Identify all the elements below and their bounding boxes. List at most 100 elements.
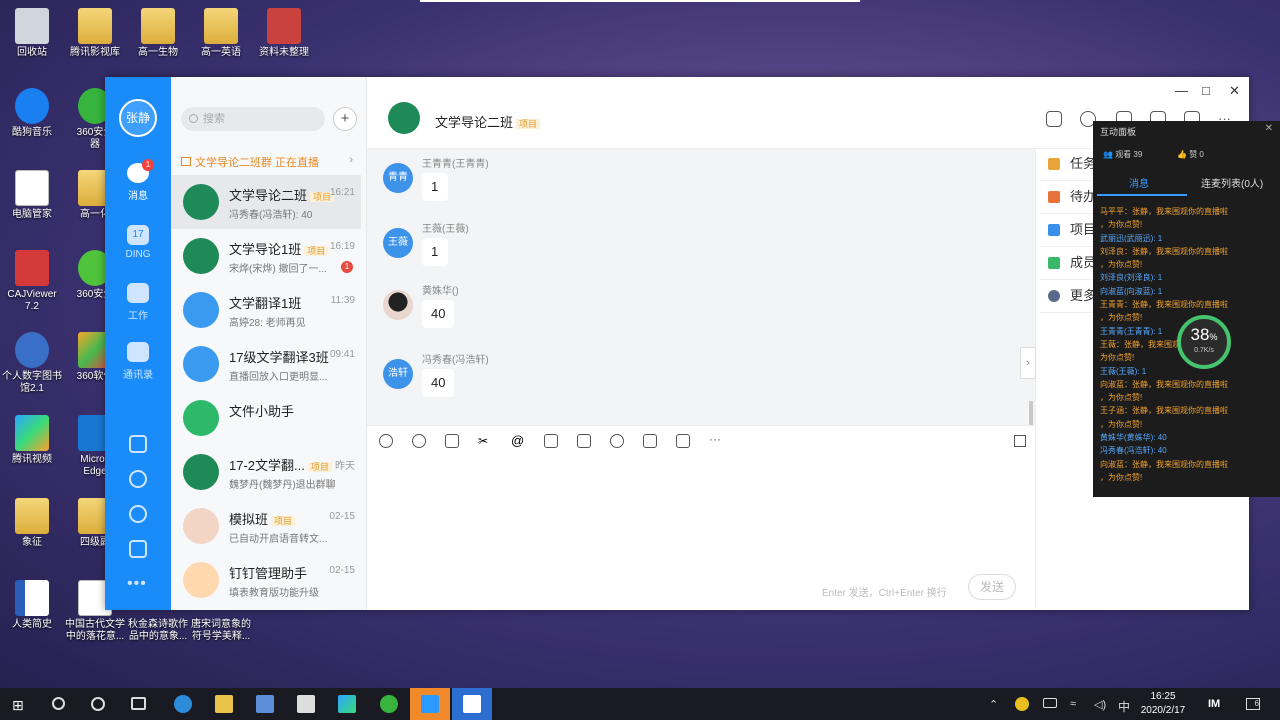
group-avatar [183,238,219,274]
tencent-video-icon[interactable] [338,695,356,713]
rail-label: DING [125,249,151,260]
app-tray-icon[interactable]: IM [1208,698,1220,710]
folder-icon[interactable] [544,434,558,448]
mail-icon[interactable] [676,434,690,448]
mention-icon[interactable]: @ [511,434,525,448]
conversation-item[interactable]: 文学导论1班 项目 16:19 宋烨(宋烨) 撤回了一... 1 [171,229,361,283]
contact-avatar [183,508,219,544]
chevron-up-icon[interactable]: ⌃ [989,698,998,711]
tab-mic-list[interactable]: 连麦列表(0人) [1201,175,1263,190]
task-view-icon[interactable] [131,697,146,710]
maximize-button[interactable]: □ [1202,83,1210,98]
search-icon[interactable] [52,697,65,710]
search-input[interactable]: 搜索 [181,107,325,131]
desktop-icon-word-doc[interactable]: 人类简史 [0,580,64,631]
volume-icon[interactable]: ◁) [1094,698,1106,711]
desktop-icon-pc-manager[interactable]: 电脑管家 [0,170,64,221]
phone-icon[interactable] [129,470,147,488]
sender-avatar[interactable] [383,290,413,320]
wifi-icon[interactable]: ≈ [1070,698,1076,710]
emoji-icon[interactable] [412,434,426,448]
sender-avatar[interactable]: 青青 [383,163,413,193]
more-icon[interactable]: ••• [127,575,147,593]
conversation-item[interactable]: 17-2文学翻... 项目 昨天 魏梦丹(魏梦丹)退出群聊 [171,445,361,499]
mail-icon[interactable] [297,695,315,713]
file-explorer-icon[interactable] [215,695,233,713]
conversation-item[interactable]: 17级文学翻译3班 09:41 直播回放入口更明显... [171,337,361,391]
conversation-time: 昨天 [335,461,355,472]
close-icon[interactable]: ✕ [1265,123,1273,134]
chat-title[interactable]: 文学导论二班 项目 [435,112,541,131]
project-icon[interactable] [129,435,147,453]
more-icon[interactable]: ··· [709,432,721,446]
panel-log-line: 王薇(王薇): 1 [1100,366,1147,376]
tab-messages[interactable]: 消息 [1129,175,1149,190]
minimize-button[interactable]: — [1175,83,1188,98]
more-icon [1048,290,1060,302]
panel-log-line: ，为你点赞! [1100,472,1143,482]
desktop-icon-archive[interactable]: 资料未整理 [252,8,316,59]
rail-item-messages[interactable]: 1 消息 [105,159,171,202]
desktop-icon-cajviewer[interactable]: CAJViewer 7.2 [0,250,64,313]
conversation-item[interactable]: 钉钉管理助手 02-15 填表教育版功能升级 [171,553,361,607]
announcement-icon[interactable] [1046,111,1062,127]
desktop-icon-folder[interactable]: 腾讯影视库 [63,8,127,59]
phone-icon[interactable] [610,434,624,448]
flash-icon[interactable] [577,434,591,448]
chat-scrollbar[interactable] [1029,401,1033,425]
notification-icon[interactable]: 6 [1246,698,1260,710]
desktop-icon-kugou[interactable]: 酷狗音乐 [0,88,64,139]
conversation-item[interactable]: 文件小助手 [171,391,361,445]
rail-item-contacts[interactable]: 通讯录 [105,342,171,381]
sender-name: 王青青(王青青) [422,159,489,170]
scissors-icon[interactable]: ✂ [478,434,492,448]
rail-item-ding[interactable]: 17 DING [105,225,171,260]
rail-item-work[interactable]: 工作 [105,283,171,322]
desktop-icon-folder[interactable]: 高一英语 [189,8,253,59]
mail-icon[interactable] [129,540,147,558]
collapse-side-button[interactable]: › [1020,347,1036,379]
conversation-time: 16:19 [329,241,355,252]
expand-icon[interactable] [1014,435,1026,447]
close-button[interactable]: ✕ [1229,83,1240,99]
desktop-icon-folder[interactable]: 象征 [0,498,64,549]
user-avatar[interactable]: 张静 [119,99,157,137]
network-gauge[interactable]: 38% 0.7K/s [1177,315,1231,369]
conversation-list-pane: 搜索 + 文学导论二班群 正在直播 › 文学导论二班 项目 16:21 冯秀春(冯浩… [171,77,367,610]
battery-icon[interactable] [1043,698,1057,708]
sender-avatar[interactable]: 浩轩 [383,359,413,389]
conversation-preview: 直播回放入口更明显... [229,372,328,383]
conversation-item[interactable]: 模拟班 项目 02-15 已自动开启语音转文... [171,499,361,553]
360-tray-icon[interactable] [1015,697,1029,711]
rail-label: 消息 [128,191,148,202]
panel-log-line: ，为你点赞! [1100,220,1143,230]
store-icon[interactable] [256,695,274,713]
taskbar-dingtalk[interactable] [410,688,450,720]
thumbs-up-icon[interactable] [445,434,459,448]
live-banner[interactable]: 文学导论二班群 正在直播 › [181,154,361,169]
sender-avatar[interactable]: 王薇 [383,228,413,258]
edge-icon[interactable] [174,695,192,713]
conversation-item[interactable]: 文学导论二班 项目 16:21 冯秀春(冯浩轩): 40 [171,175,361,229]
ime-indicator[interactable]: 中 [1118,698,1130,715]
cajviewer-icon [15,250,49,286]
panel-log-line: 马平平：张静，我来围观你的直播啦 [1100,207,1228,216]
send-button[interactable]: 发送 [968,574,1016,600]
desktop-icon-recycle-bin[interactable]: 回收站 [0,8,64,59]
cloud-icon[interactable] [129,505,147,523]
video-icon[interactable] [643,434,657,448]
tab-underline [1097,194,1187,196]
desktop-icon-digital-library[interactable]: 个人数字图书 馆2.1 [0,332,64,395]
conversation-item[interactable]: 文学翻译1班 11:39 高婷28: 老师再见 [171,283,361,337]
conversation-time: 02-15 [329,565,355,576]
taskbar-live[interactable] [452,688,492,720]
gif-icon[interactable] [379,434,393,448]
desktop-icon-tencent-video[interactable]: 腾讯视频 [0,415,64,466]
cortana-icon[interactable] [91,697,105,711]
360-icon[interactable] [380,695,398,713]
add-button[interactable]: + [333,107,357,131]
start-button[interactable]: ⊞ [12,697,24,714]
panel-log-line: 黄姝华(黄姝华): 40 [1100,433,1167,443]
clock[interactable]: 16:25 2020/2/17 [1140,690,1186,718]
desktop-icon-folder[interactable]: 高一生物 [126,8,190,59]
